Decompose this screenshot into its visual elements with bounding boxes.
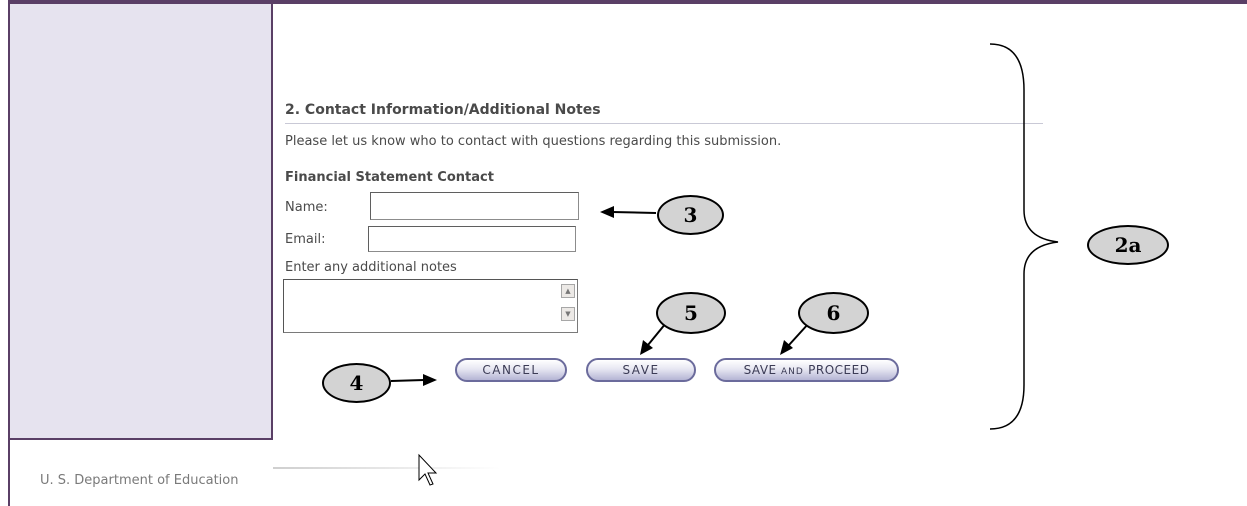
callout-4-label: 4 — [349, 371, 364, 395]
section-bracket — [989, 43, 1059, 430]
callout-6: 6 — [798, 292, 869, 334]
mouse-cursor-icon — [418, 453, 438, 486]
callout-2a: 2a — [1087, 225, 1169, 265]
arrow-4-head — [423, 374, 437, 386]
arrow-3-line — [611, 211, 657, 214]
arrow-3-head — [600, 206, 614, 218]
arrow-4-line — [390, 379, 425, 382]
callout-3-label: 3 — [683, 203, 698, 227]
callout-2a-label: 2a — [1114, 233, 1142, 257]
callout-4: 4 — [322, 363, 391, 403]
annotation-overlay — [390, 43, 1059, 486]
callout-5-label: 5 — [684, 301, 698, 325]
callout-6-label: 6 — [826, 301, 841, 325]
callout-5: 5 — [656, 292, 726, 334]
callout-3: 3 — [657, 195, 724, 235]
